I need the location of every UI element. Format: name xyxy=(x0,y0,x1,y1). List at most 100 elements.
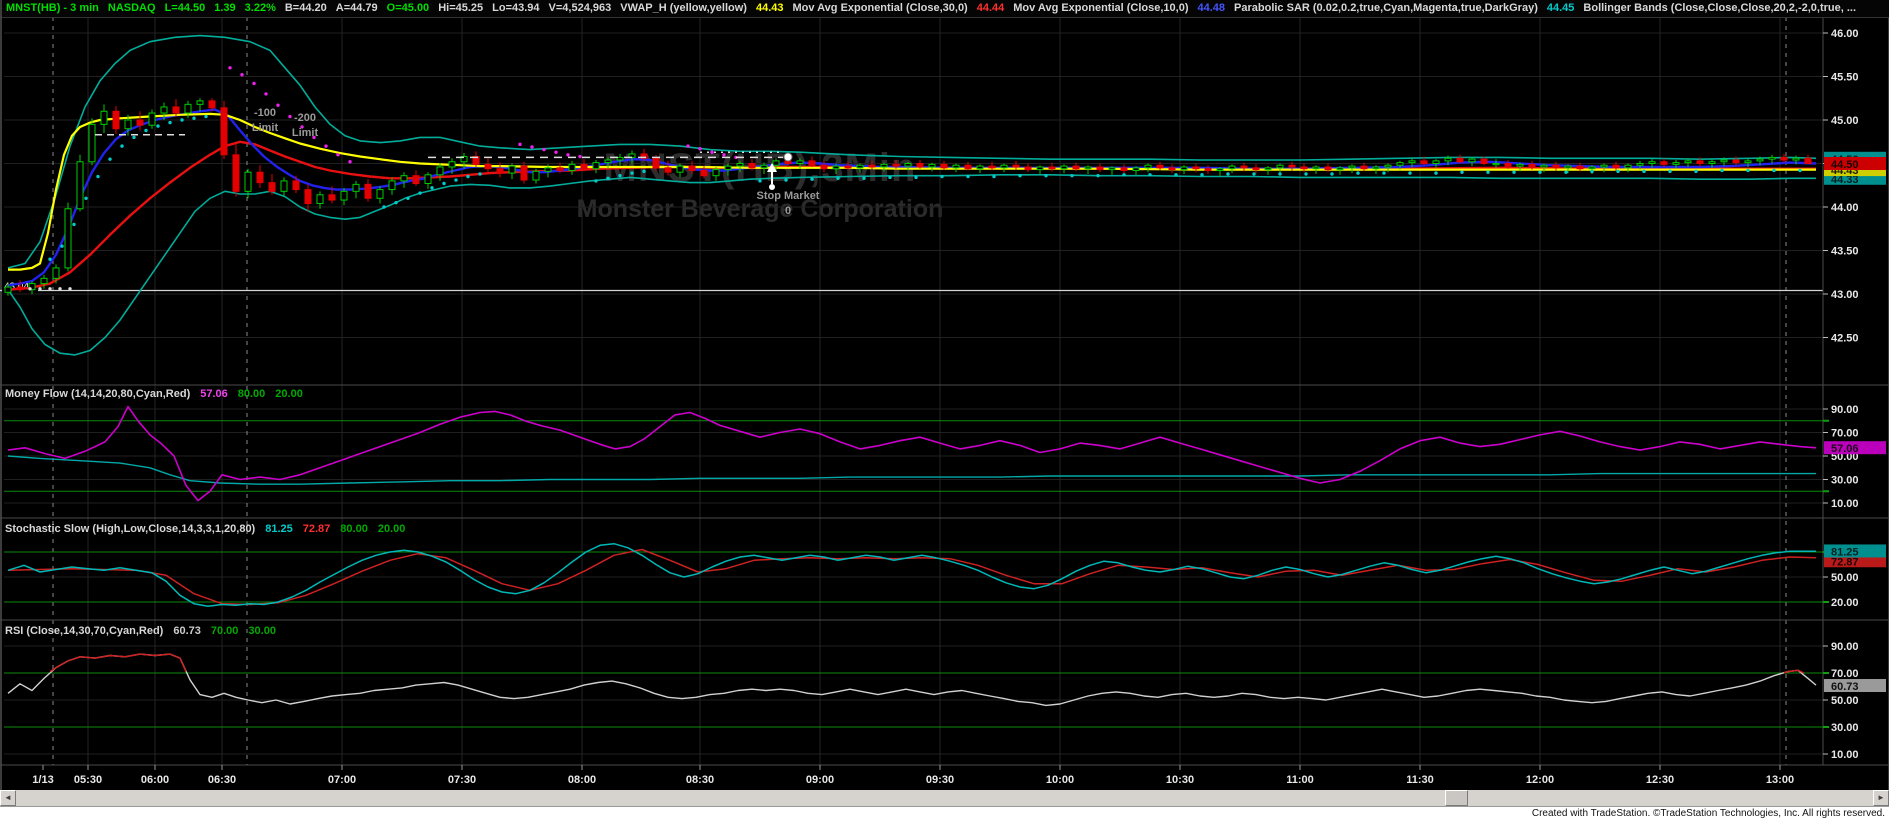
svg-text:20.00: 20.00 xyxy=(1831,597,1859,609)
legend-segment: Parabolic SAR (0.02,0.2,true,Cyan,Magent… xyxy=(1234,2,1538,14)
overbought-oversold-lines xyxy=(4,420,1823,728)
order-annotations[interactable]: -100 Limit -200 Limit Stop Market 0 xyxy=(252,107,820,217)
svg-text:46.00: 46.00 xyxy=(1831,28,1859,40)
svg-text:60.73: 60.73 xyxy=(1831,681,1859,693)
svg-text:07:30: 07:30 xyxy=(448,774,476,786)
svg-text:08:00: 08:00 xyxy=(568,774,596,786)
svg-text:70.00: 70.00 xyxy=(1831,428,1859,440)
stochastic-pane xyxy=(7,542,1817,607)
svg-text:10:00: 10:00 xyxy=(1046,774,1074,786)
svg-text:43.00: 43.00 xyxy=(1831,289,1859,301)
svg-text:Stop Market: Stop Market xyxy=(757,190,820,202)
price-badge: 60.73 xyxy=(1824,679,1886,693)
svg-text:13:00: 13:00 xyxy=(1766,774,1794,786)
svg-text:44.50: 44.50 xyxy=(1831,159,1859,171)
indicator-value: 81.25 xyxy=(265,523,293,535)
indicator-value: 20.00 xyxy=(377,523,406,535)
horizontal-scrollbar[interactable]: ◄ ► xyxy=(0,790,1889,806)
legend-segment: 1.39 xyxy=(214,2,236,14)
svg-text:42.50: 42.50 xyxy=(1831,333,1859,345)
svg-text:57.06: 57.06 xyxy=(1831,443,1859,455)
legend-segment: Lo=43.94 xyxy=(492,2,540,14)
svg-text:30.00: 30.00 xyxy=(1831,722,1859,734)
svg-text:10.00: 10.00 xyxy=(1831,498,1859,510)
svg-text:45.50: 45.50 xyxy=(1831,72,1859,84)
bollinger-upper-line xyxy=(7,34,1817,269)
money-flow-indicator-label[interactable]: Money Flow (14,14,20,80,Cyan,Red) 57.06 80… xyxy=(5,388,313,400)
rsi-indicator-label[interactable]: RSI (Close,14,30,70,Cyan,Red) 60.73 70.00 3… xyxy=(5,625,286,637)
rsi-line xyxy=(7,653,1817,707)
legend-segment: O=45.00 xyxy=(386,2,430,14)
indicator-name: Stochastic Slow (High,Low,Close,14,3,3,1… xyxy=(5,523,256,535)
svg-text:12:30: 12:30 xyxy=(1646,774,1674,786)
legend-segment: L=44.50 xyxy=(164,2,206,14)
indicator-name: RSI (Close,14,30,70,Cyan,Red) xyxy=(5,625,164,637)
bollinger-lower-line xyxy=(7,174,1816,356)
svg-text:81.25: 81.25 xyxy=(1831,546,1859,558)
svg-text:43.50: 43.50 xyxy=(1831,246,1859,258)
svg-text:Limit: Limit xyxy=(252,122,279,134)
legend-segment: NASDAQ xyxy=(107,2,156,14)
svg-text:-100: -100 xyxy=(254,107,276,119)
legend-segment: Mov Avg Exponential (Close,10,0) xyxy=(1013,2,1189,14)
svg-text:30.00: 30.00 xyxy=(1831,475,1859,487)
legend-segment: V=4,524,963 xyxy=(548,2,612,14)
svg-text:11:30: 11:30 xyxy=(1406,774,1434,786)
svg-text:09:00: 09:00 xyxy=(806,774,834,786)
svg-text:90.00: 90.00 xyxy=(1831,404,1859,416)
status-text: Created with TradeStation. ©TradeStation… xyxy=(1531,808,1885,819)
legend-segment: Hi=45.25 xyxy=(438,2,484,14)
svg-text:0: 0 xyxy=(785,205,791,217)
legend-segment: A=44.79 xyxy=(335,2,378,14)
scrollbar-thumb[interactable] xyxy=(1445,790,1468,806)
svg-text:05:30: 05:30 xyxy=(74,774,102,786)
svg-text:44.00: 44.00 xyxy=(1831,202,1859,214)
svg-text:Limit: Limit xyxy=(292,127,319,139)
stochastic-indicator-label[interactable]: Stochastic Slow (High,Low,Close,14,3,3,1… xyxy=(5,523,415,535)
rsi-pane xyxy=(7,653,1817,707)
price-axis[interactable]: 46.00 45.50 45.00 44.50 44.00 43.50 43.00 42.50… xyxy=(1823,28,1886,761)
legend-segment: 3.22% xyxy=(244,2,276,14)
price-badge: 81.25 xyxy=(1824,544,1886,558)
svg-text:-200: -200 xyxy=(294,112,316,124)
time-axis[interactable]: 1/13 05:30 06:00 06:30 07:00 07:30 08:00 08:30 0… xyxy=(32,765,1794,786)
legend-segment: VWAP_H (yellow,yellow) xyxy=(620,2,747,14)
svg-text:11:00: 11:00 xyxy=(1286,774,1314,786)
svg-text:50.00: 50.00 xyxy=(1831,572,1859,584)
svg-text:90.00: 90.00 xyxy=(1831,641,1859,653)
legend-segment: 44.45 xyxy=(1546,2,1575,14)
legend-segment: MNST(HB) - 3 min xyxy=(6,2,99,14)
prev-close-line: 43.04 xyxy=(0,279,1823,293)
slow-k-line xyxy=(7,542,1816,607)
indicator-value: 57.06 xyxy=(200,388,228,400)
svg-text:07:00: 07:00 xyxy=(328,774,356,786)
status-bar: Created with TradeStation. ©TradeStation… xyxy=(0,806,1889,821)
legend-segment: 44.44 xyxy=(976,2,1005,14)
svg-text:06:30: 06:30 xyxy=(208,774,236,786)
vwap-line xyxy=(8,112,1816,271)
svg-text:10:30: 10:30 xyxy=(1166,774,1194,786)
svg-text:10.00: 10.00 xyxy=(1831,749,1859,761)
order-marker-icon[interactable] xyxy=(767,152,793,190)
scroll-left-icon[interactable]: ◄ xyxy=(0,790,16,806)
indicator-value: 80.00 xyxy=(340,523,368,535)
price-overlays xyxy=(7,34,1817,356)
svg-text:06:00: 06:00 xyxy=(141,774,169,786)
legend-segment: 44.43 xyxy=(755,2,784,14)
indicator-value: 20.00 xyxy=(275,388,303,400)
svg-text:1/13: 1/13 xyxy=(32,774,53,786)
svg-text:12:00: 12:00 xyxy=(1526,774,1554,786)
indicator-value: 30.00 xyxy=(248,625,276,637)
svg-text:08:30: 08:30 xyxy=(686,774,714,786)
indicator-value: 70.00 xyxy=(210,625,239,637)
price-badge: 57.06 xyxy=(1824,441,1886,455)
legend-segment: B=44.20 xyxy=(284,2,327,14)
indicator-value: 60.73 xyxy=(173,625,201,637)
svg-text:09:30: 09:30 xyxy=(926,774,954,786)
scroll-right-icon[interactable]: ► xyxy=(1873,790,1889,806)
legend-segment: 44.48 xyxy=(1197,2,1226,14)
quote-legend-bar: MNST(HB) - 3 min NASDAQ L=44.50 1.39 3.22% B=… xyxy=(2,0,1889,18)
indicator-value: 72.87 xyxy=(302,523,331,535)
svg-text:45.00: 45.00 xyxy=(1831,115,1859,127)
indicator-name: Money Flow (14,14,20,80,Cyan,Red) xyxy=(5,388,191,400)
